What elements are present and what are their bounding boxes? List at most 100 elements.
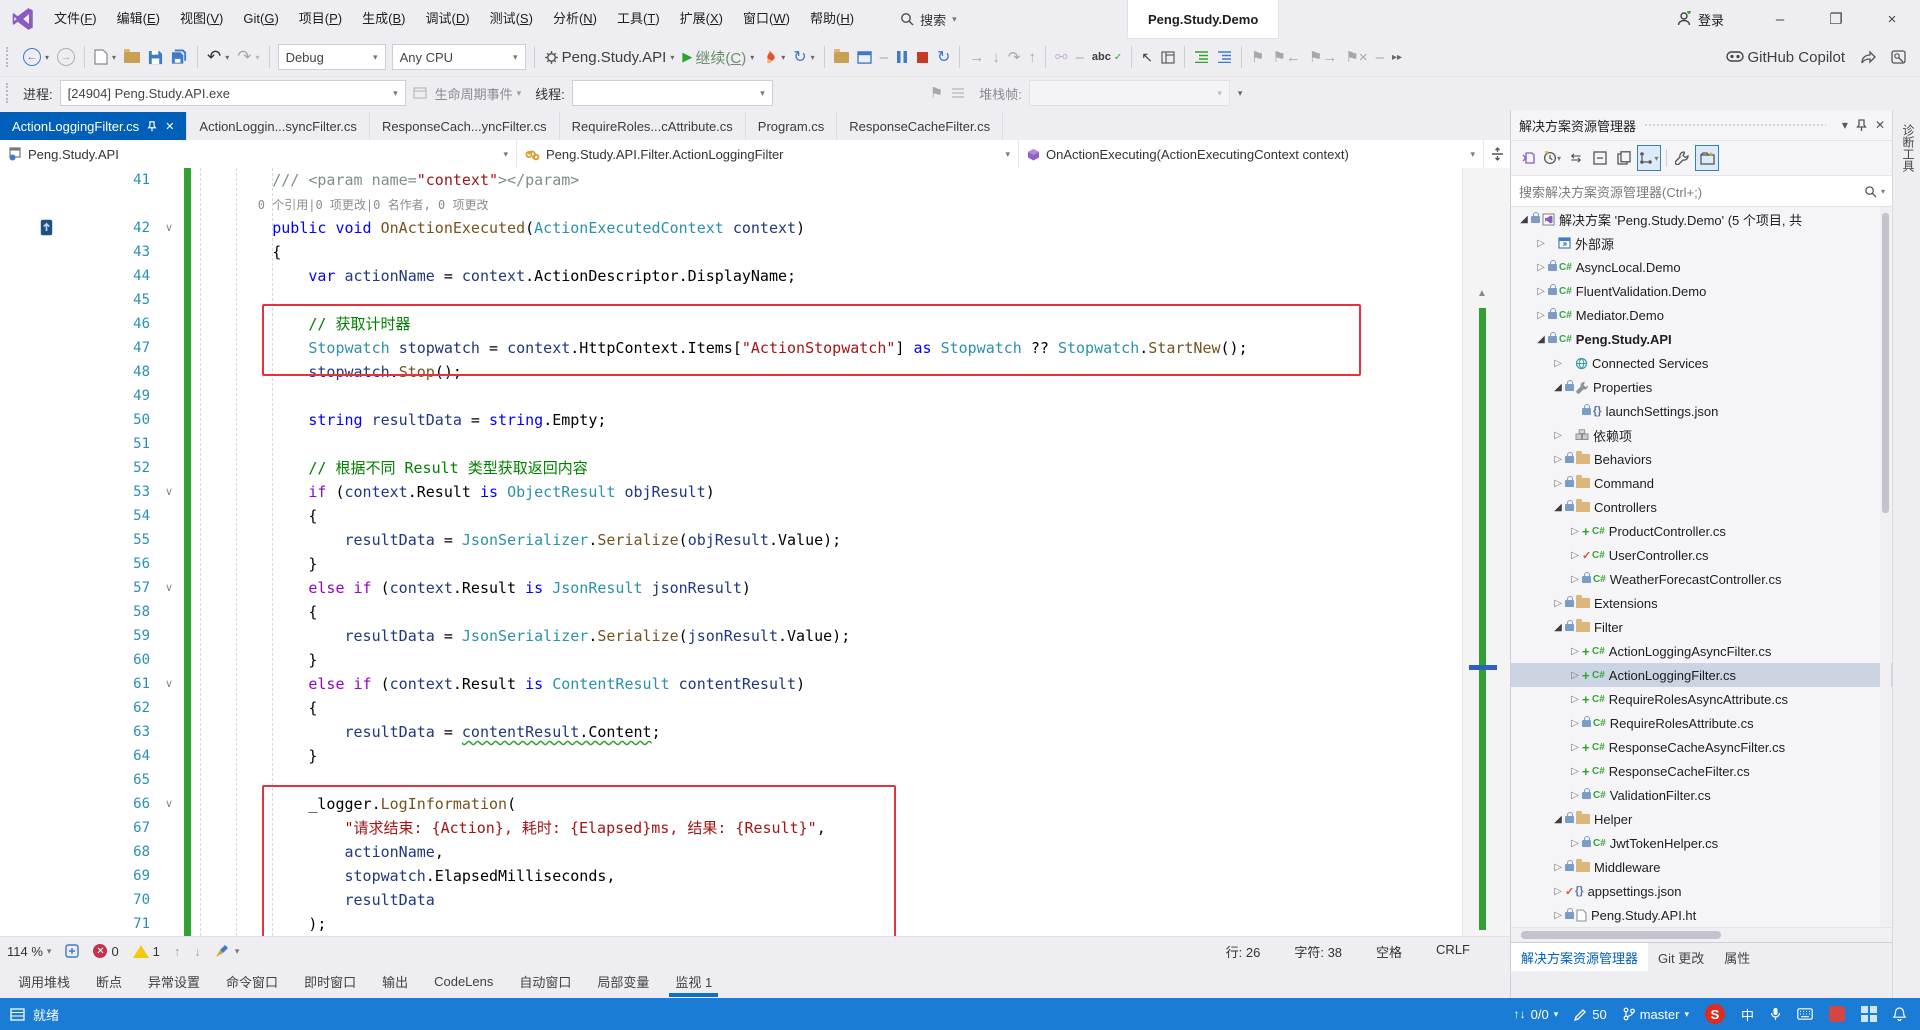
tree-item-behaviors[interactable]: ▷ Behaviors	[1511, 447, 1893, 471]
document-tab-1[interactable]: ActionLoggin...syncFilter.cs	[187, 112, 370, 140]
expanded-arrow-icon[interactable]: ◢	[1551, 814, 1565, 825]
editor-scrollbar[interactable]: ▲	[1462, 168, 1511, 936]
tree-item-responsecacheasyncfilter.cs[interactable]: ▷ + C# ResponseCacheAsyncFilter.cs	[1511, 735, 1893, 759]
indentation-indicator[interactable]: 空格	[1376, 942, 1402, 961]
error-count[interactable]: ✕ 0	[86, 944, 125, 959]
search-box[interactable]: 搜索 ▾	[890, 6, 967, 33]
bottom-tab-8[interactable]: 局部变量	[587, 968, 659, 995]
close-button[interactable]: ×	[1864, 0, 1920, 38]
feedback-search-button[interactable]	[1887, 44, 1910, 70]
menu-item-8[interactable]: 分析(N)	[543, 0, 607, 38]
toggle-bookmark-button[interactable]: ⚑	[1247, 44, 1268, 70]
expanded-arrow-icon[interactable]: ◢	[1551, 382, 1565, 393]
wrench-button[interactable]	[1671, 146, 1693, 170]
fold-marker[interactable]: ∨	[158, 480, 180, 504]
collapsed-arrow-icon[interactable]: ▷	[1568, 694, 1582, 705]
tree-item-properties[interactable]: ◢ Properties	[1511, 375, 1893, 399]
collapsed-arrow-icon[interactable]: ▷	[1534, 286, 1548, 297]
unindent-lines-button[interactable]	[1213, 44, 1236, 70]
continue-button[interactable]: ▶ 继续(C) ▾	[678, 44, 758, 70]
solution-configuration-combo[interactable]: Debug ▾	[277, 44, 386, 70]
search-options-arrow[interactable]: ▾	[1881, 187, 1885, 196]
solution-search-box[interactable]: 搜索解决方案资源管理器(Ctrl+;) ▾	[1511, 176, 1893, 207]
tree-item-middleware[interactable]: ▷ Middleware	[1511, 855, 1893, 879]
collapsed-arrow-icon[interactable]: ▷	[1568, 838, 1582, 849]
maximize-button[interactable]: ❐	[1808, 0, 1864, 38]
thread-combo[interactable]: ▾	[571, 80, 773, 106]
lifecycle-events-button[interactable]: 生命周期事件	[435, 84, 513, 103]
tree-item-fluentvalidation.demo[interactable]: ▷ C# FluentValidation.Demo	[1511, 279, 1893, 303]
fold-marker[interactable]: ∨	[158, 216, 180, 240]
member-dropdown[interactable]: OnActionExecuting(ActionExecutingContext…	[1019, 140, 1484, 168]
tree-item-launchsettings.json[interactable]: {} launchSettings.json	[1511, 399, 1893, 423]
tree-item-asynclocal.demo[interactable]: ▷ C# AsyncLocal.Demo	[1511, 255, 1893, 279]
share-feedback-button[interactable]	[1857, 44, 1881, 70]
tree-item-helper[interactable]: ◢ Helper	[1511, 807, 1893, 831]
bottom-tab-2[interactable]: 异常设置	[138, 968, 210, 995]
minimize-button[interactable]: –	[1752, 0, 1808, 38]
text-visualizer-button[interactable]: abc ✓	[1088, 44, 1126, 70]
switch-views-button[interactable]	[1517, 146, 1539, 170]
browse-files-button[interactable]	[830, 44, 853, 70]
menu-item-10[interactable]: 扩展(X)	[670, 0, 733, 38]
collapsed-arrow-icon[interactable]: ▷	[1568, 742, 1582, 753]
process-combo[interactable]: [24904] Peng.Study.API.exe ▾	[59, 80, 406, 106]
properties-button[interactable]	[1613, 146, 1635, 170]
expanded-arrow-icon[interactable]: ◢	[1551, 622, 1565, 633]
menu-item-9[interactable]: 工具(T)	[607, 0, 670, 38]
bottom-tab-9[interactable]: 监视 1	[665, 968, 722, 997]
tree-item-productcontroller.cs[interactable]: ▷ + C# ProductController.cs	[1511, 519, 1893, 543]
collapsed-arrow-icon[interactable]: ▷	[1551, 886, 1565, 897]
output-window-button[interactable]	[853, 44, 876, 70]
search-dropdown-arrow[interactable]: ▾	[952, 14, 957, 25]
menu-item-4[interactable]: 项目(P)	[289, 0, 352, 38]
collapsed-arrow-icon[interactable]: ▷	[1568, 766, 1582, 777]
scrollbar-up-arrow[interactable]: ▲	[1477, 288, 1487, 299]
collapsed-arrow-icon[interactable]: ▷	[1568, 550, 1582, 561]
tree-item-filter[interactable]: ◢ Filter	[1511, 615, 1893, 639]
diagnostic-tools-tab[interactable]: 诊断工具	[1900, 124, 1917, 172]
bottom-tab-6[interactable]: CodeLens	[424, 970, 503, 993]
tree-item-responsecachefilter.cs[interactable]: ▷ + C# ResponseCacheFilter.cs	[1511, 759, 1893, 783]
git-branch-button[interactable]: master ▾	[1623, 1007, 1689, 1022]
tree-item--[interactable]: ▷ 外部源	[1511, 231, 1893, 255]
clear-bookmarks-button[interactable]: ⚑×	[1341, 44, 1371, 70]
tree-item-actionloggingfilter.cs[interactable]: ▷ + C# ActionLoggingFilter.cs	[1511, 663, 1893, 687]
github-copilot-button[interactable]: GitHub Copilot	[1722, 44, 1849, 70]
tree-item-validationfilter.cs[interactable]: ▷ C# ValidationFilter.cs	[1511, 783, 1893, 807]
app-tray-badge[interactable]: S	[1704, 1004, 1725, 1024]
document-tab-4[interactable]: Program.cs	[746, 112, 838, 140]
line-ending-indicator[interactable]: CRLF	[1436, 942, 1470, 961]
tree-item-command[interactable]: ▷ Command	[1511, 471, 1893, 495]
tree-item-extensions[interactable]: ▷ Extensions	[1511, 591, 1893, 615]
close-tab-icon[interactable]: ✕	[165, 120, 174, 133]
window-layout-button[interactable]	[1157, 44, 1179, 70]
pending-edits-button[interactable]: 50	[1574, 1007, 1607, 1022]
hot-reload-button[interactable]: ▾	[758, 44, 789, 70]
bottom-tab-5[interactable]: 输出	[372, 968, 418, 995]
tree-item-requirerolesasyncattribute.cs[interactable]: ▷ + C# RequireRolesAsyncAttribute.cs	[1511, 687, 1893, 711]
sync-with-active-document-button[interactable]: ⇆	[1565, 146, 1587, 170]
previous-issue-arrow[interactable]: ↑	[167, 944, 188, 959]
project-dropdown[interactable]: Peng.Study.API ▾	[0, 140, 517, 168]
collapsed-arrow-icon[interactable]: ▷	[1534, 238, 1548, 249]
collapsed-arrow-icon[interactable]: ▷	[1551, 358, 1565, 369]
menu-item-3[interactable]: Git(G)	[233, 0, 288, 38]
tree-item-actionloggingasyncfilter.cs[interactable]: ▷ + C# ActionLoggingAsyncFilter.cs	[1511, 639, 1893, 663]
step-out-button[interactable]: ↑	[1025, 44, 1041, 70]
next-issue-arrow[interactable]: ↓	[187, 944, 208, 959]
sign-in-button[interactable]: 登录	[1676, 10, 1724, 29]
menu-item-2[interactable]: 视图(V)	[170, 0, 233, 38]
document-tab-3[interactable]: RequireRoles...cAttribute.cs	[560, 112, 746, 140]
pending-changes-filter-button[interactable]: ▾	[1541, 146, 1563, 170]
tree-item-appsettings.json[interactable]: ▷ ✓{} appsettings.json	[1511, 879, 1893, 903]
class-dropdown[interactable]: Peng.Study.API.Filter.ActionLoggingFilte…	[517, 140, 1019, 168]
tree-item-peng.study.api.ht[interactable]: ▷ Peng.Study.API.ht	[1511, 903, 1893, 927]
show-all-files-button[interactable]	[1695, 145, 1719, 171]
show-threads-icon[interactable]	[947, 80, 969, 106]
collapsed-arrow-icon[interactable]: ▷	[1551, 430, 1565, 441]
menu-item-1[interactable]: 编辑(E)	[107, 0, 170, 38]
stop-debugging-button[interactable]	[912, 44, 933, 70]
expanded-arrow-icon[interactable]: ◢	[1534, 334, 1548, 345]
close-panel-icon[interactable]: ✕	[1875, 118, 1885, 132]
